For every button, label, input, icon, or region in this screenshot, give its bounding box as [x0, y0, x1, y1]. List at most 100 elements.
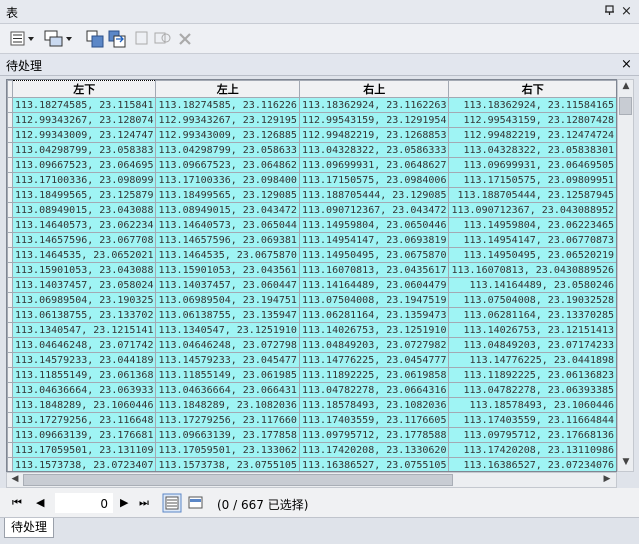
table-row[interactable]: 113.14657596, 23.067708 113.14657596, 23.…	[7, 232, 616, 248]
table-row[interactable]: 113.18274585, 23.115841 113.18274585, 23.…	[7, 97, 616, 113]
table-cell[interactable]: 113.14657596, 23.069381	[155, 232, 300, 248]
table-cell[interactable]: 113.06281164, 23.1359473	[298, 307, 450, 323]
table-cell[interactable]: 113.090712367, 23.043472	[298, 202, 450, 218]
table-row[interactable]: 113.17100336, 23.098099 113.17100336, 23.…	[7, 172, 616, 188]
column-header[interactable]: 左上	[155, 80, 300, 98]
table-cell[interactable]: 113.14950495, 23.0675870	[298, 247, 450, 263]
table-row[interactable]: 113.15901053, 23.043088 113.15901053, 23.…	[7, 262, 616, 278]
table-cell[interactable]: 113.04646248, 23.071742	[11, 337, 157, 353]
table-cell[interactable]: 113.17403559, 23.1176605	[298, 412, 450, 428]
last-record-button[interactable]: ⏭	[139, 496, 149, 510]
table-cell[interactable]: 113.14579233, 23.045477	[155, 352, 300, 368]
table-cell[interactable]: 113.17150575, 23.0984006	[298, 172, 450, 188]
table-cell[interactable]: 113.04646248, 23.072798	[155, 337, 300, 353]
table-cell[interactable]: 113.14657596, 23.067708	[11, 232, 157, 248]
table-cell[interactable]: 113.09795712, 23.17668136	[448, 427, 616, 443]
scroll-right-icon[interactable]: ▶	[600, 474, 614, 484]
table-row[interactable]: 113.17059501, 23.131109 113.17059501, 23.…	[7, 442, 616, 458]
table-cell[interactable]: 113.09699931, 23.0648627	[298, 157, 450, 173]
table-cell[interactable]: 113.16386527, 23.07234076	[448, 457, 616, 471]
table-cell[interactable]: 113.18362924, 23.11584165	[448, 97, 616, 113]
show-all-records-icon[interactable]	[162, 493, 182, 516]
table-row[interactable]: 113.09663139, 23.176681 113.09663139, 23.…	[7, 427, 616, 443]
table-cell[interactable]: 113.09667523, 23.064862	[155, 157, 300, 173]
close-window-button[interactable]: ×	[620, 5, 633, 18]
vertical-scrollbar[interactable]: ▲ ▼	[617, 79, 634, 472]
table-cell[interactable]: 113.14037457, 23.060447	[155, 277, 300, 293]
table-row[interactable]: 112.99343009, 23.124747 112.99343009, 23.…	[7, 127, 616, 143]
table-row[interactable]: 113.04636664, 23.063933 113.04636664, 23.…	[7, 382, 616, 398]
table-cell[interactable]: 113.09663139, 23.177858	[155, 427, 300, 443]
table-cell[interactable]: 113.14579233, 23.044189	[11, 352, 157, 368]
table-cell[interactable]: 113.1464535, 23.0652021	[11, 247, 157, 263]
table-cell[interactable]: 112.99543159, 23.1291954	[298, 112, 450, 128]
table-cell[interactable]: 112.99343267, 23.129195	[155, 112, 300, 128]
table-cell[interactable]: 112.99343267, 23.128074	[11, 112, 157, 128]
table-cell[interactable]: 113.14954147, 23.06770873	[448, 232, 616, 248]
table-cell[interactable]: 113.15901053, 23.043088	[11, 262, 157, 278]
table-cell[interactable]: 113.04298799, 23.058383	[11, 142, 157, 158]
table-cell[interactable]: 113.06989504, 23.190325	[11, 292, 157, 308]
table-cell[interactable]: 113.14776225, 23.0441898	[448, 352, 616, 368]
table-cell[interactable]: 113.14640573, 23.062234	[11, 217, 157, 233]
scroll-down-icon[interactable]: ▼	[619, 457, 633, 467]
table-cell[interactable]: 113.1340547, 23.1251910	[155, 322, 300, 338]
table-cell[interactable]: 113.06138755, 23.133702	[11, 307, 157, 323]
close-tab-button[interactable]: ×	[621, 57, 632, 72]
pin-icon[interactable]	[603, 5, 616, 18]
table-cell[interactable]: 113.09699931, 23.06469505	[448, 157, 616, 173]
table-cell[interactable]: 113.1340547, 23.1215141	[11, 322, 157, 338]
scroll-left-icon[interactable]: ◀	[8, 474, 22, 484]
table-cell[interactable]: 113.18578493, 23.1082036	[298, 397, 450, 413]
table-row[interactable]: 113.14037457, 23.058024 113.14037457, 23.…	[7, 277, 616, 293]
table-cell[interactable]: 112.99343009, 23.126885	[155, 127, 300, 143]
table-cell[interactable]: 113.18578493, 23.1060446	[448, 397, 616, 413]
horizontal-scrollbar[interactable]: ◀ ▶	[6, 472, 617, 488]
table-row[interactable]: 112.99343267, 23.128074 112.99343267, 23.…	[7, 112, 616, 128]
table-cell[interactable]: 113.06281164, 23.13370285	[448, 307, 616, 323]
table-cell[interactable]: 113.14959804, 23.0650446	[298, 217, 450, 233]
table-row[interactable]: 113.04646248, 23.071742 113.04646248, 23.…	[7, 337, 616, 353]
table-cell[interactable]: 113.18362924, 23.1162263	[298, 97, 450, 113]
table-cell[interactable]: 113.18274585, 23.116226	[155, 97, 300, 113]
scroll-up-icon[interactable]: ▲	[619, 81, 633, 91]
table-row[interactable]: 113.14579233, 23.044189 113.14579233, 23.…	[7, 352, 616, 368]
column-header[interactable]: 右下	[448, 80, 616, 98]
table-cell[interactable]: 113.04328322, 23.0586333	[298, 142, 450, 158]
table-cell[interactable]: 113.06989504, 23.194751	[155, 292, 300, 308]
table-cell[interactable]: 113.07504008, 23.19032528	[448, 292, 616, 308]
delete-selected-icon[interactable]	[177, 30, 193, 48]
table-cell[interactable]: 113.07504008, 23.1947519	[298, 292, 450, 308]
table-cell[interactable]: 112.99482219, 23.12474724	[448, 127, 616, 143]
table-cell[interactable]: 113.16070813, 23.0430889526	[448, 262, 616, 278]
table-row[interactable]: 113.11855149, 23.061368 113.11855149, 23.…	[7, 367, 616, 383]
current-record-input[interactable]: 0	[55, 493, 113, 513]
table-row[interactable]: 113.17279256, 23.116648 113.17279256, 23.…	[7, 412, 616, 428]
table-cell[interactable]: 113.04328322, 23.05838301	[448, 142, 616, 158]
table-row[interactable]: 113.14640573, 23.062234 113.14640573, 23.…	[7, 217, 616, 233]
table-cell[interactable]: 113.14164489, 23.0580246	[448, 277, 616, 293]
next-record-button[interactable]: ▶	[120, 496, 128, 509]
column-header[interactable]: 右上	[298, 80, 450, 98]
table-row[interactable]: 113.1340547, 23.1215141 113.1340547, 23.1…	[7, 322, 616, 338]
horizontal-scroll-thumb[interactable]	[23, 474, 453, 486]
table-row[interactable]: 113.1573738, 23.0723407 113.1573738, 23.0…	[7, 457, 616, 471]
table-cell[interactable]: 113.14959804, 23.06223465	[448, 217, 616, 233]
vertical-scroll-thumb[interactable]	[619, 97, 632, 115]
table-row[interactable]: 113.1464535, 23.0652021 113.1464535, 23.0…	[7, 247, 616, 263]
table-cell[interactable]: 113.188705444, 23.129085	[298, 187, 450, 203]
previous-record-button[interactable]: ◀	[36, 496, 44, 509]
table-cell[interactable]: 113.04849203, 23.0727982	[298, 337, 450, 353]
table-cell[interactable]: 113.18499565, 23.129085	[155, 187, 300, 203]
table-cell[interactable]: 113.17420208, 23.1330620	[298, 442, 450, 458]
table-cell[interactable]: 113.17059501, 23.131109	[11, 442, 157, 458]
table-row[interactable]: 113.06989504, 23.190325 113.06989504, 23.…	[7, 292, 616, 308]
table-cell[interactable]: 113.14950495, 23.06520219	[448, 247, 616, 263]
column-header[interactable]: 左下	[11, 80, 157, 98]
table-cell[interactable]: 113.09795712, 23.1778588	[298, 427, 450, 443]
table-cell[interactable]: 113.090712367, 23.043088952	[448, 202, 616, 218]
table-cell[interactable]: 113.18499565, 23.125879	[11, 187, 157, 203]
table-cell[interactable]: 113.04849203, 23.07174233	[448, 337, 616, 353]
table-tab[interactable]: 待处理	[4, 518, 54, 538]
table-cell[interactable]: 113.14026753, 23.12151413	[448, 322, 616, 338]
